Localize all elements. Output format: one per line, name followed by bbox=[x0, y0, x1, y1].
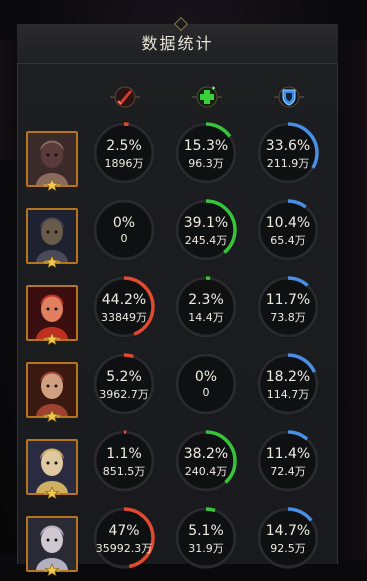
stat-gauge: 14.7% 92.5万 bbox=[257, 507, 319, 569]
star-rank-icon bbox=[41, 408, 63, 423]
stat-percent: 18.2% bbox=[265, 369, 311, 385]
stat-gauge: 5.2% 3962.7万 bbox=[93, 353, 155, 415]
stat-percent: 2.3% bbox=[188, 292, 224, 308]
stat-percent: 33.6% bbox=[265, 138, 311, 154]
stat-gauge: 47% 35992.3万 bbox=[93, 507, 155, 569]
stat-gauge: 1.1% 851.5万 bbox=[93, 430, 155, 492]
stat-percent: 5.1% bbox=[188, 523, 224, 539]
stat-gauge: 39.1% 245.4万 bbox=[175, 199, 237, 261]
stat-value: 0 bbox=[202, 386, 210, 399]
stat-gauge: 0% 0 bbox=[175, 353, 237, 415]
stat-gauge: 33.6% 211.9万 bbox=[257, 122, 319, 184]
title-bar: 数据统计 bbox=[17, 24, 338, 64]
stat-value: 72.4万 bbox=[270, 465, 306, 478]
panel-title: 数据统计 bbox=[141, 34, 214, 53]
stat-gauge: 38.2% 240.4万 bbox=[175, 430, 237, 492]
stat-value: 33849万 bbox=[101, 311, 147, 324]
star-rank-icon bbox=[41, 331, 63, 346]
stat-percent: 2.5% bbox=[106, 138, 142, 154]
stat-percent: 0% bbox=[194, 369, 218, 385]
stat-gauge: 2.5% 1896万 bbox=[93, 122, 155, 184]
star-rank-icon bbox=[41, 485, 63, 500]
stat-gauge: 15.3% 96.3万 bbox=[175, 122, 237, 184]
stat-value: 1896万 bbox=[104, 157, 144, 170]
stat-value: 0 bbox=[120, 232, 128, 245]
left-edge-decoration bbox=[0, 40, 18, 160]
stat-value: 211.9万 bbox=[266, 157, 310, 170]
stat-percent: 10.4% bbox=[265, 215, 311, 231]
stat-value: 114.7万 bbox=[266, 388, 310, 401]
stat-percent: 44.2% bbox=[101, 292, 147, 308]
stat-percent: 11.4% bbox=[265, 446, 311, 462]
stat-value: 3962.7万 bbox=[99, 388, 149, 401]
damage-sword-icon bbox=[108, 82, 142, 112]
stat-gauge: 10.4% 65.4万 bbox=[257, 199, 319, 261]
star-rank-icon bbox=[41, 177, 63, 192]
stat-gauge: 18.2% 114.7万 bbox=[257, 353, 319, 415]
stat-percent: 47% bbox=[108, 523, 140, 539]
stat-gauge: 44.2% 33849万 bbox=[93, 276, 155, 338]
stat-gauge: 11.7% 73.8万 bbox=[257, 276, 319, 338]
stat-value: 245.4万 bbox=[184, 234, 228, 247]
stat-percent: 0% bbox=[112, 215, 136, 231]
stat-percent: 38.2% bbox=[183, 446, 229, 462]
stat-gauge: 5.1% 31.9万 bbox=[175, 507, 237, 569]
stat-percent: 15.3% bbox=[183, 138, 229, 154]
heal-cross-icon bbox=[190, 82, 224, 112]
stat-percent: 5.2% bbox=[106, 369, 142, 385]
star-rank-icon bbox=[41, 254, 63, 269]
stat-percent: 11.7% bbox=[265, 292, 311, 308]
stat-percent: 39.1% bbox=[183, 215, 229, 231]
stat-gauge: 2.3% 14.4万 bbox=[175, 276, 237, 338]
stat-percent: 1.1% bbox=[106, 446, 142, 462]
stat-value: 96.3万 bbox=[188, 157, 224, 170]
stat-gauge: 11.4% 72.4万 bbox=[257, 430, 319, 492]
stat-percent: 14.7% bbox=[265, 523, 311, 539]
stat-value: 14.4万 bbox=[188, 311, 224, 324]
right-edge-decoration bbox=[339, 40, 367, 560]
stat-value: 73.8万 bbox=[270, 311, 306, 324]
stat-value: 65.4万 bbox=[270, 234, 306, 247]
shield-icon bbox=[272, 82, 306, 112]
stat-gauge: 0% 0 bbox=[93, 199, 155, 261]
star-rank-icon bbox=[41, 562, 63, 577]
stat-value: 240.4万 bbox=[184, 465, 228, 478]
stat-value: 851.5万 bbox=[102, 465, 146, 478]
